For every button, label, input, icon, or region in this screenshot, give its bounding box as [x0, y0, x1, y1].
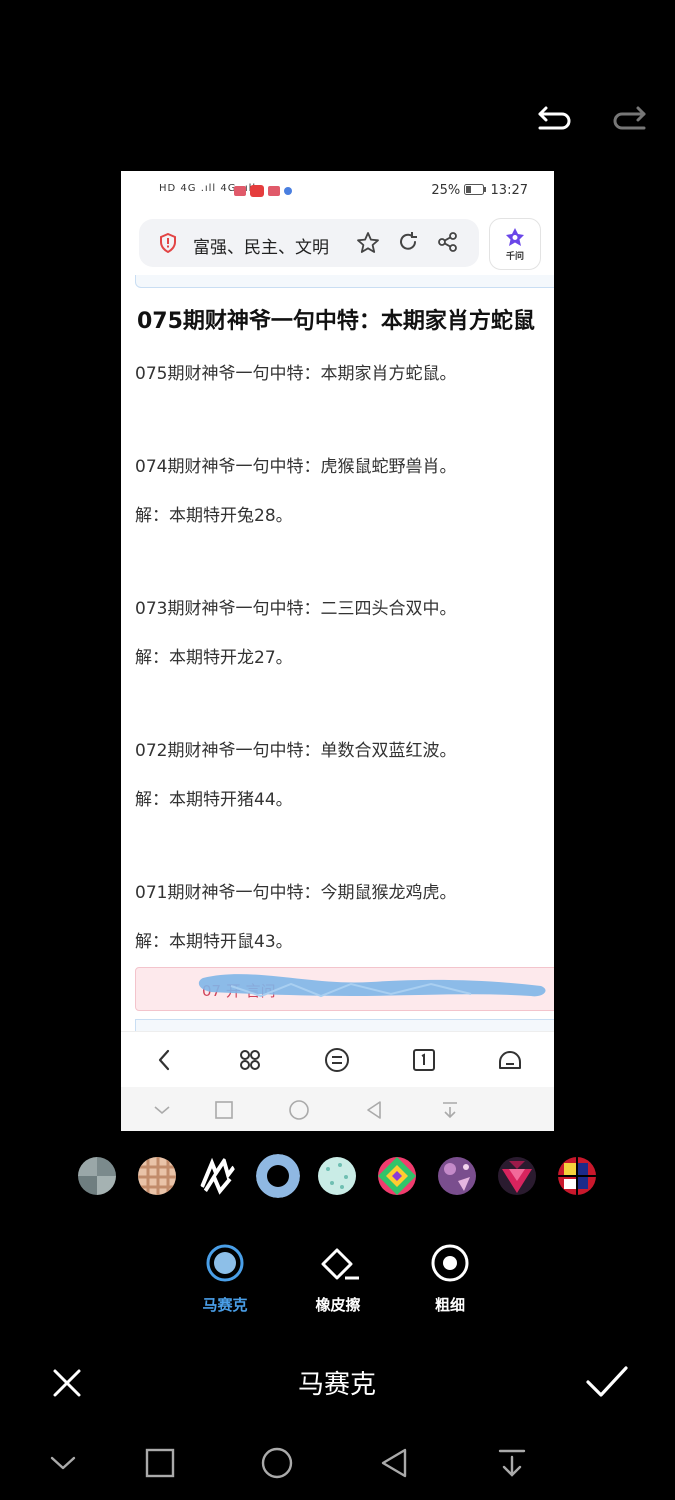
mosaic-style-dots[interactable]: [318, 1157, 356, 1195]
status-right: 25% 13:27: [431, 183, 528, 198]
browser-bottom-nav: [121, 1031, 554, 1088]
assistant-logo-icon: [506, 228, 524, 246]
star-icon[interactable]: [356, 231, 380, 255]
pull-down-icon[interactable]: [495, 1446, 529, 1480]
tool-label-thickness: 粗细: [434, 1296, 465, 1314]
article-line: 解：本期特开兔28。: [135, 506, 293, 526]
tabs-icon[interactable]: [410, 1046, 438, 1074]
undo-icon[interactable]: [536, 102, 572, 134]
mosaic-style-triangle-pink[interactable]: [498, 1157, 536, 1195]
confirm-check-icon[interactable]: [584, 1362, 630, 1402]
thickness-icon: [431, 1244, 469, 1282]
menu-icon[interactable]: [323, 1046, 351, 1074]
editor-title: 马赛克: [297, 1370, 376, 1400]
top-divider: [135, 275, 554, 288]
apps-icon[interactable]: [236, 1046, 264, 1074]
address-bar[interactable]: 富强、民主、文明: [139, 219, 479, 267]
chevron-down-icon: [154, 1106, 170, 1115]
recents-icon: [215, 1101, 233, 1119]
tool-label-eraser: 橡皮擦: [315, 1296, 361, 1314]
pull-down-icon: [443, 1102, 457, 1119]
article-headline: 075期财神爷一句中特：本期家肖方蛇鼠: [137, 309, 535, 334]
mosaic-tool-icon: [206, 1244, 244, 1282]
article-line: 074期财神爷一句中特：虎猴鼠蛇野兽肖。: [135, 457, 457, 477]
mosaic-style-purple-pattern[interactable]: [438, 1157, 476, 1195]
mosaic-style-diamond-rainbow[interactable]: [378, 1157, 416, 1195]
notification-icons: [234, 185, 292, 197]
tool-eraser[interactable]: 橡皮擦: [293, 1242, 383, 1314]
inner-system-nav: [121, 1087, 554, 1131]
assistant-button[interactable]: 千问: [489, 218, 541, 270]
mosaic-style-pixel[interactable]: [138, 1157, 176, 1195]
close-icon[interactable]: [50, 1366, 84, 1400]
battery-text: 25%: [431, 183, 461, 198]
article-line: 072期财神爷一句中特：单数合双蓝红波。: [135, 741, 457, 761]
article-line: 解：本期特开鼠43。: [135, 932, 293, 952]
battery-icon: [464, 184, 487, 195]
shield-icon: [160, 233, 176, 253]
chevron-down-icon[interactable]: [46, 1446, 80, 1480]
article-line: 075期财神爷一句中特：本期家肖方蛇鼠。: [135, 364, 457, 384]
recents-icon[interactable]: [143, 1446, 177, 1480]
reload-icon[interactable]: [397, 231, 419, 253]
assistant-label: 千问: [505, 252, 524, 262]
address-text[interactable]: 富强、民主、文明: [193, 233, 329, 258]
article-line: 解：本期特开龙27。: [135, 648, 293, 668]
share-icon[interactable]: [437, 231, 459, 253]
eraser-icon: [321, 1248, 359, 1280]
edited-screenshot[interactable]: HD 4G .ıll 4G .ıll 25% 13:27 富强、民主、文明 千问…: [121, 171, 554, 1131]
mosaic-style-circle-selected[interactable]: [256, 1154, 300, 1198]
time-text: 13:27: [490, 183, 528, 198]
home-icon[interactable]: [496, 1046, 524, 1074]
article-line: 071期财神爷一句中特：今期鼠猴龙鸡虎。: [135, 883, 457, 903]
home-circle-icon[interactable]: [260, 1446, 294, 1480]
mosaic-style-blocks-red[interactable]: [558, 1157, 596, 1195]
tool-mosaic[interactable]: 马赛克: [180, 1242, 270, 1314]
back-triangle-icon: [367, 1101, 381, 1119]
mosaic-scribble: [198, 974, 546, 998]
inner-status-bar: HD 4G .ıll 4G .ıll 25% 13:27: [121, 171, 554, 213]
mosaic-style-brush[interactable]: [198, 1157, 236, 1195]
back-triangle-icon[interactable]: [377, 1446, 411, 1480]
tool-thickness[interactable]: 粗细: [405, 1242, 495, 1314]
article-line: 073期财神爷一句中特：二三四头合双中。: [135, 599, 457, 619]
mosaic-style-blur[interactable]: [78, 1157, 116, 1195]
redo-icon[interactable]: [612, 102, 648, 134]
article-line: 解：本期特开猪44。: [135, 790, 293, 810]
home-circle-icon: [289, 1100, 309, 1120]
tool-label-mosaic: 马赛克: [202, 1296, 248, 1314]
back-icon[interactable]: [151, 1046, 179, 1074]
